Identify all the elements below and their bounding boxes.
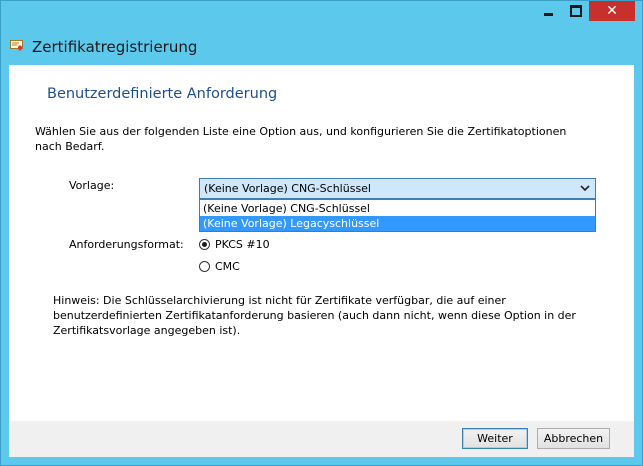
radio-cmc-label[interactable]: CMC bbox=[215, 260, 240, 273]
radio-cmc[interactable] bbox=[199, 261, 210, 272]
minimize-button[interactable] bbox=[535, 1, 562, 21]
next-button[interactable]: Weiter bbox=[462, 428, 528, 449]
template-label: Vorlage: bbox=[69, 179, 115, 192]
maximize-icon bbox=[569, 5, 582, 17]
certificate-icon bbox=[10, 40, 23, 51]
format-label: Anforderungsformat: bbox=[69, 238, 184, 251]
intro-text: Wählen Sie aus der folgenden Liste eine … bbox=[35, 125, 567, 153]
close-button[interactable]: ✕ bbox=[589, 1, 635, 21]
close-icon: ✕ bbox=[606, 3, 618, 19]
cancel-button[interactable]: Abbrechen bbox=[537, 428, 610, 449]
maximize-button[interactable] bbox=[562, 1, 589, 21]
minimize-icon bbox=[544, 12, 553, 16]
template-dropdown-list: (Keine Vorlage) CNG-Schlüssel (Keine Vor… bbox=[199, 199, 596, 232]
window-title: Zertifikatregistrierung bbox=[32, 38, 198, 56]
dropdown-option-cng[interactable]: (Keine Vorlage) CNG-Schlüssel bbox=[200, 201, 595, 216]
radio-pkcs10[interactable] bbox=[199, 239, 210, 250]
page-heading: Benutzerdefinierte Anforderung bbox=[47, 86, 278, 102]
template-select[interactable]: (Keine Vorlage) CNG-Schlüssel bbox=[199, 178, 596, 199]
dropdown-option-legacy[interactable]: (Keine Vorlage) Legacyschlüssel bbox=[200, 216, 595, 231]
title-row: Zertifikatregistrierung bbox=[1, 29, 643, 65]
wizard-content: Benutzerdefinierte Anforderung Wählen Si… bbox=[9, 65, 634, 421]
hint-text: Hinweis: Die Schlüsselarchivierung ist n… bbox=[53, 294, 576, 337]
template-select-value: (Keine Vorlage) CNG-Schlüssel bbox=[204, 182, 371, 195]
radio-selected-dot bbox=[202, 242, 207, 247]
window: ✕ Zertifikatregistrierung Benutzerdefini… bbox=[0, 0, 643, 466]
chevron-down-icon[interactable] bbox=[579, 181, 591, 195]
radio-pkcs10-label[interactable]: PKCS #10 bbox=[215, 238, 270, 251]
button-bar: Weiter Abbrechen bbox=[9, 421, 634, 457]
